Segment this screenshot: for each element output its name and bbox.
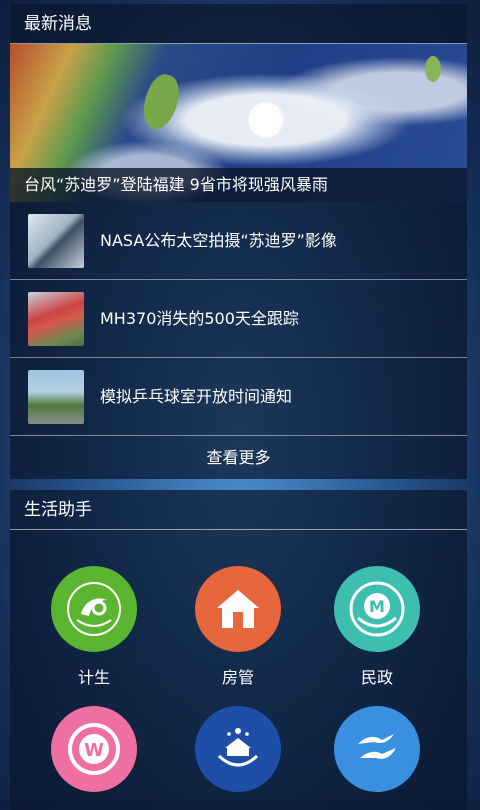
- svg-text:M: M: [369, 597, 385, 616]
- news-thumbnail: [28, 214, 84, 268]
- service-label: 房管: [221, 668, 254, 687]
- hero-news-caption: 台风“苏迪罗”登陆福建 9省市将现强风暴雨: [10, 168, 467, 202]
- news-item[interactable]: MH370消失的500天全跟踪: [10, 280, 467, 358]
- service-item[interactable]: [322, 706, 432, 804]
- service-label: 计生: [77, 668, 110, 687]
- news-item-title: 模拟乒乓球室开放时间通知: [100, 387, 293, 406]
- news-item-title: NASA公布太空拍摄“苏迪罗”影像: [100, 231, 337, 250]
- service-item[interactable]: [183, 706, 293, 804]
- news-item-title: MH370消失的500天全跟踪: [100, 309, 299, 328]
- life-assistant-panel: 生活助手 计生 房管 M 民政 W: [10, 490, 467, 810]
- service-family-planning[interactable]: 计生: [39, 566, 149, 688]
- family-planning-icon: [51, 566, 137, 652]
- satellite-image: [136, 70, 186, 134]
- news-panel: 最新消息 台风“苏迪罗”登陆福建 9省市将现强风暴雨 NASA公布太空拍摄“苏迪…: [10, 4, 467, 479]
- view-more-button[interactable]: 查看更多: [10, 436, 467, 479]
- svg-text:W: W: [84, 740, 104, 761]
- house-icon: [195, 566, 281, 652]
- service-item[interactable]: W: [39, 706, 149, 804]
- news-section-title: 最新消息: [10, 4, 467, 44]
- satellite-image-detail: [425, 56, 441, 82]
- service-civil-affairs[interactable]: M 民政: [322, 566, 432, 688]
- wave-logo-icon: [334, 706, 420, 792]
- news-item[interactable]: 模拟乒乓球室开放时间通知: [10, 358, 467, 436]
- news-thumbnail: [28, 292, 84, 346]
- national-emblem-icon: [195, 706, 281, 792]
- news-thumbnail: [28, 370, 84, 424]
- hero-news-card[interactable]: 台风“苏迪罗”登陆福建 9省市将现强风暴雨: [10, 44, 467, 202]
- civil-affairs-emblem-icon: M: [334, 566, 420, 652]
- w-coin-icon: W: [51, 706, 137, 792]
- service-housing[interactable]: 房管: [183, 566, 293, 688]
- life-section-title: 生活助手: [10, 490, 467, 530]
- service-label: 民政: [360, 668, 393, 687]
- news-item[interactable]: NASA公布太空拍摄“苏迪罗”影像: [10, 202, 467, 280]
